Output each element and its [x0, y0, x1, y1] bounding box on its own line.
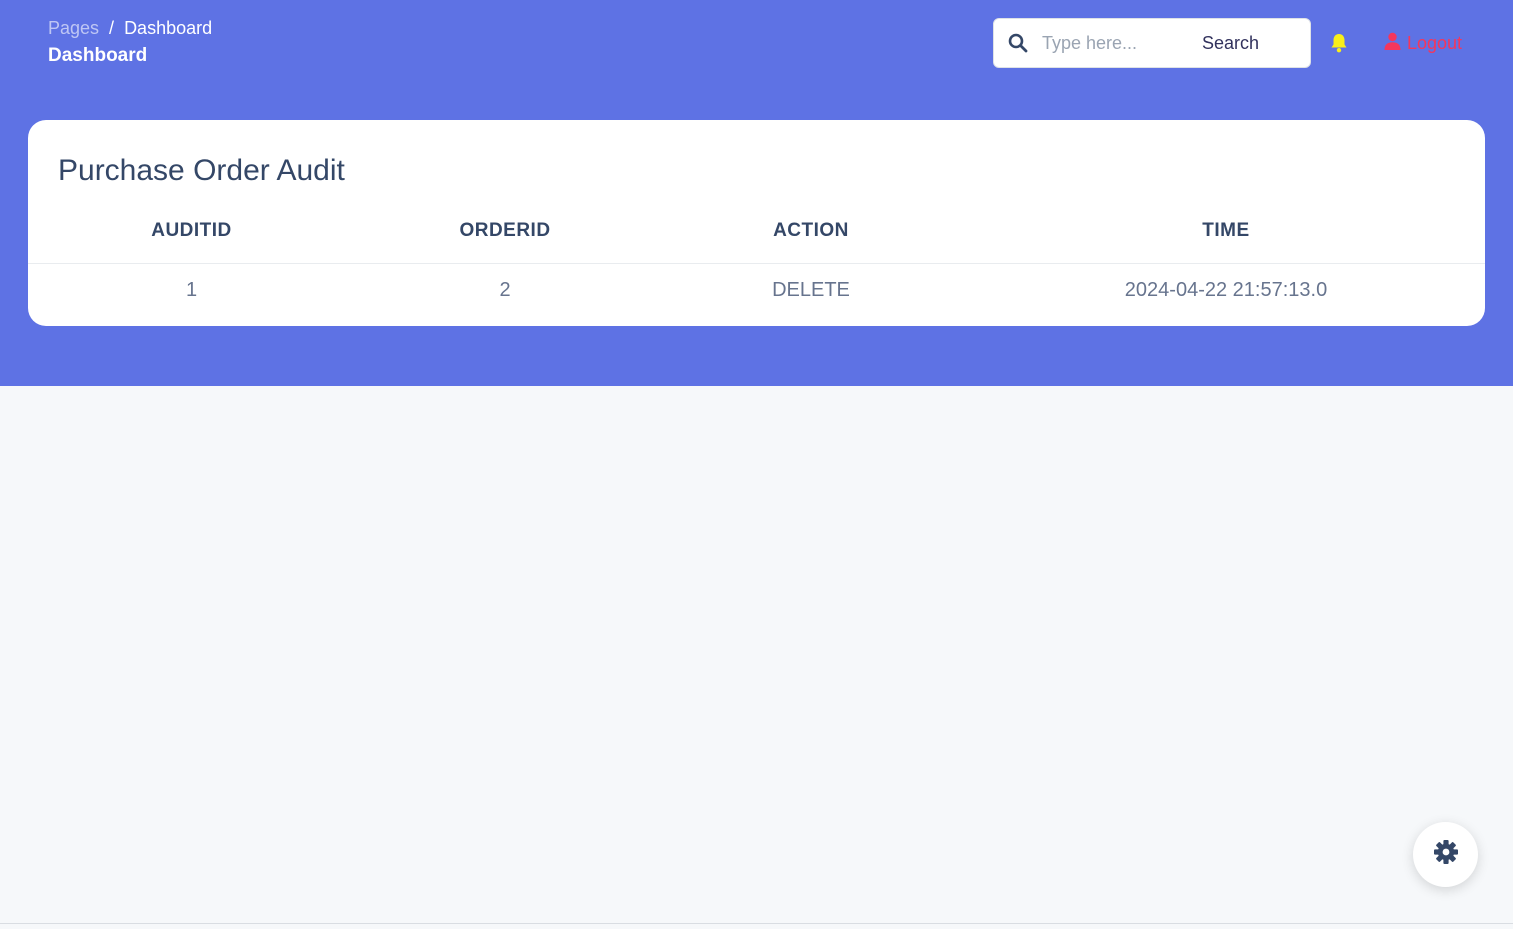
settings-button[interactable] [1413, 822, 1478, 887]
gear-icon [1433, 839, 1459, 870]
column-header-auditid: AUDITID [28, 212, 355, 264]
breadcrumb: Pages / Dashboard [48, 18, 212, 39]
table-header-row: AUDITID ORDERID ACTION TIME [28, 212, 1485, 264]
search-button[interactable]: Search [1202, 33, 1259, 54]
page-title: Dashboard [48, 45, 148, 66]
logout-label: Logout [1407, 32, 1463, 53]
user-icon [1384, 32, 1401, 55]
card-title: Purchase Order Audit [58, 154, 345, 187]
search-input[interactable] [1042, 23, 1177, 63]
column-header-time: TIME [967, 212, 1485, 264]
table-row: 1 2 DELETE 2024-04-22 21:57:13.0 [28, 263, 1485, 317]
column-header-orderid: ORDERID [355, 212, 655, 264]
column-header-action: ACTION [655, 212, 967, 264]
cell-time: 2024-04-22 21:57:13.0 [1124, 278, 1328, 301]
breadcrumb-pages-link[interactable]: Pages [48, 18, 99, 39]
page: Pages / Dashboard Dashboard Search Logou… [0, 0, 1513, 929]
bell-icon[interactable] [1328, 32, 1350, 54]
bottom-divider [0, 923, 1513, 924]
breadcrumb-separator: / [109, 18, 115, 38]
cell-orderid: 2 [499, 278, 511, 301]
audit-table: AUDITID ORDERID ACTION TIME 1 2 DELETE 2… [28, 212, 1485, 317]
cell-action: DELETE [772, 278, 850, 301]
logout-link[interactable]: Logout [1384, 30, 1462, 56]
search-group: Search [993, 18, 1311, 68]
search-icon [994, 19, 1042, 67]
cell-auditid: 1 [185, 278, 198, 301]
breadcrumb-current: Dashboard [124, 18, 213, 38]
purchase-order-audit-card: Purchase Order Audit AUDITID ORDERID ACT… [28, 120, 1485, 326]
